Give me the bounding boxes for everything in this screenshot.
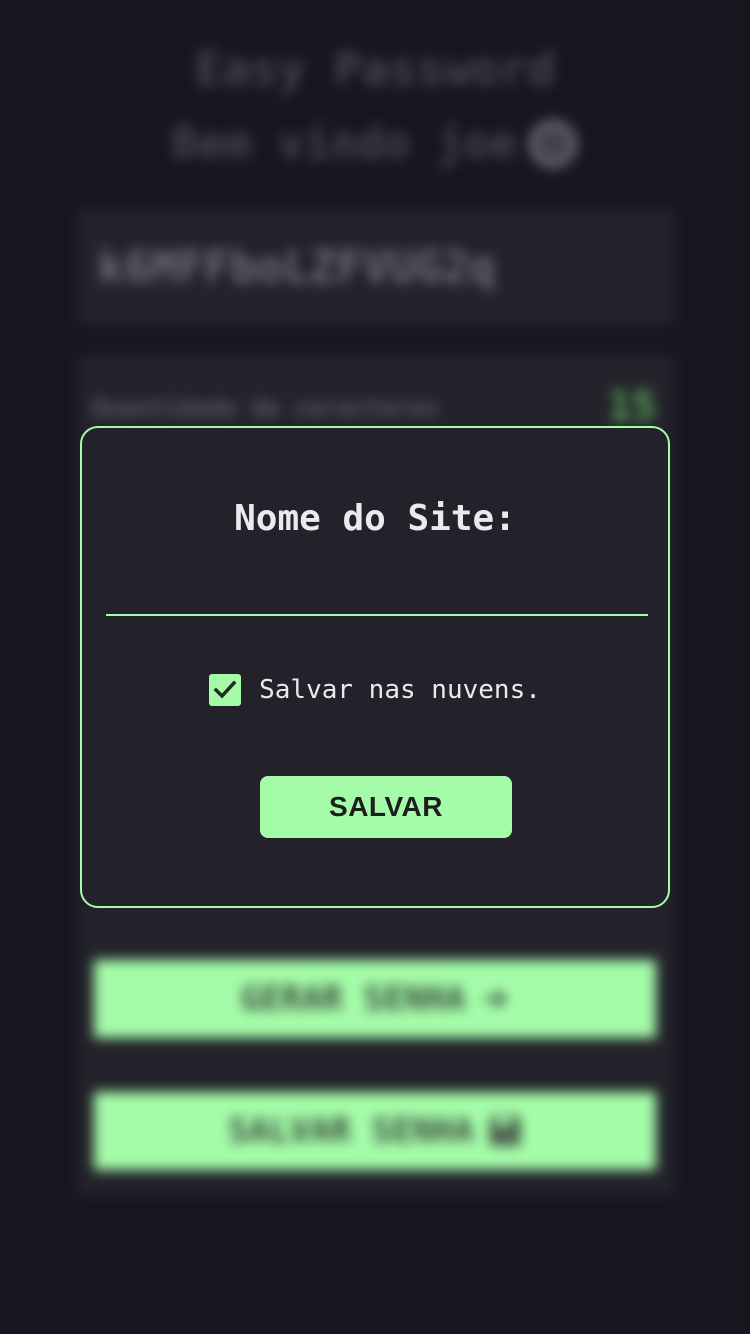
- save-password-button[interactable]: SALVAR SENHA: [94, 1092, 656, 1170]
- length-value: 15: [607, 384, 656, 430]
- salvar-button[interactable]: SALVAR: [260, 776, 512, 838]
- app-title: Easy Password: [194, 42, 556, 96]
- site-name-input[interactable]: [106, 574, 648, 616]
- save-cloud-label: Salvar nas nuvens.: [259, 675, 541, 705]
- generated-password-box[interactable]: k6MFFboLZFVUG2q: [78, 210, 674, 324]
- save-site-modal: Nome do Site: Salvar nas nuvens. SALVAR: [80, 426, 670, 908]
- generate-password-button[interactable]: GERAR SENHA: [94, 960, 656, 1038]
- modal-title: Nome do Site:: [234, 498, 516, 539]
- save-cloud-row[interactable]: Salvar nas nuvens.: [82, 674, 668, 706]
- welcome-row: Bem vindo joe: [0, 118, 750, 169]
- length-label: Quantidade de caracteres: [92, 394, 439, 422]
- welcome-text: Bem vindo joe: [171, 118, 517, 169]
- generated-password: k6MFFboLZFVUG2q: [98, 241, 496, 293]
- logout-icon[interactable]: [528, 118, 579, 169]
- save-cloud-checkbox[interactable]: [209, 674, 242, 706]
- floppy-disk-icon: [488, 1114, 522, 1148]
- arrow-right-icon: [480, 984, 510, 1014]
- save-password-label: SALVAR SENHA: [228, 1111, 474, 1151]
- check-icon: [213, 680, 237, 699]
- generate-password-label: GERAR SENHA: [240, 979, 466, 1019]
